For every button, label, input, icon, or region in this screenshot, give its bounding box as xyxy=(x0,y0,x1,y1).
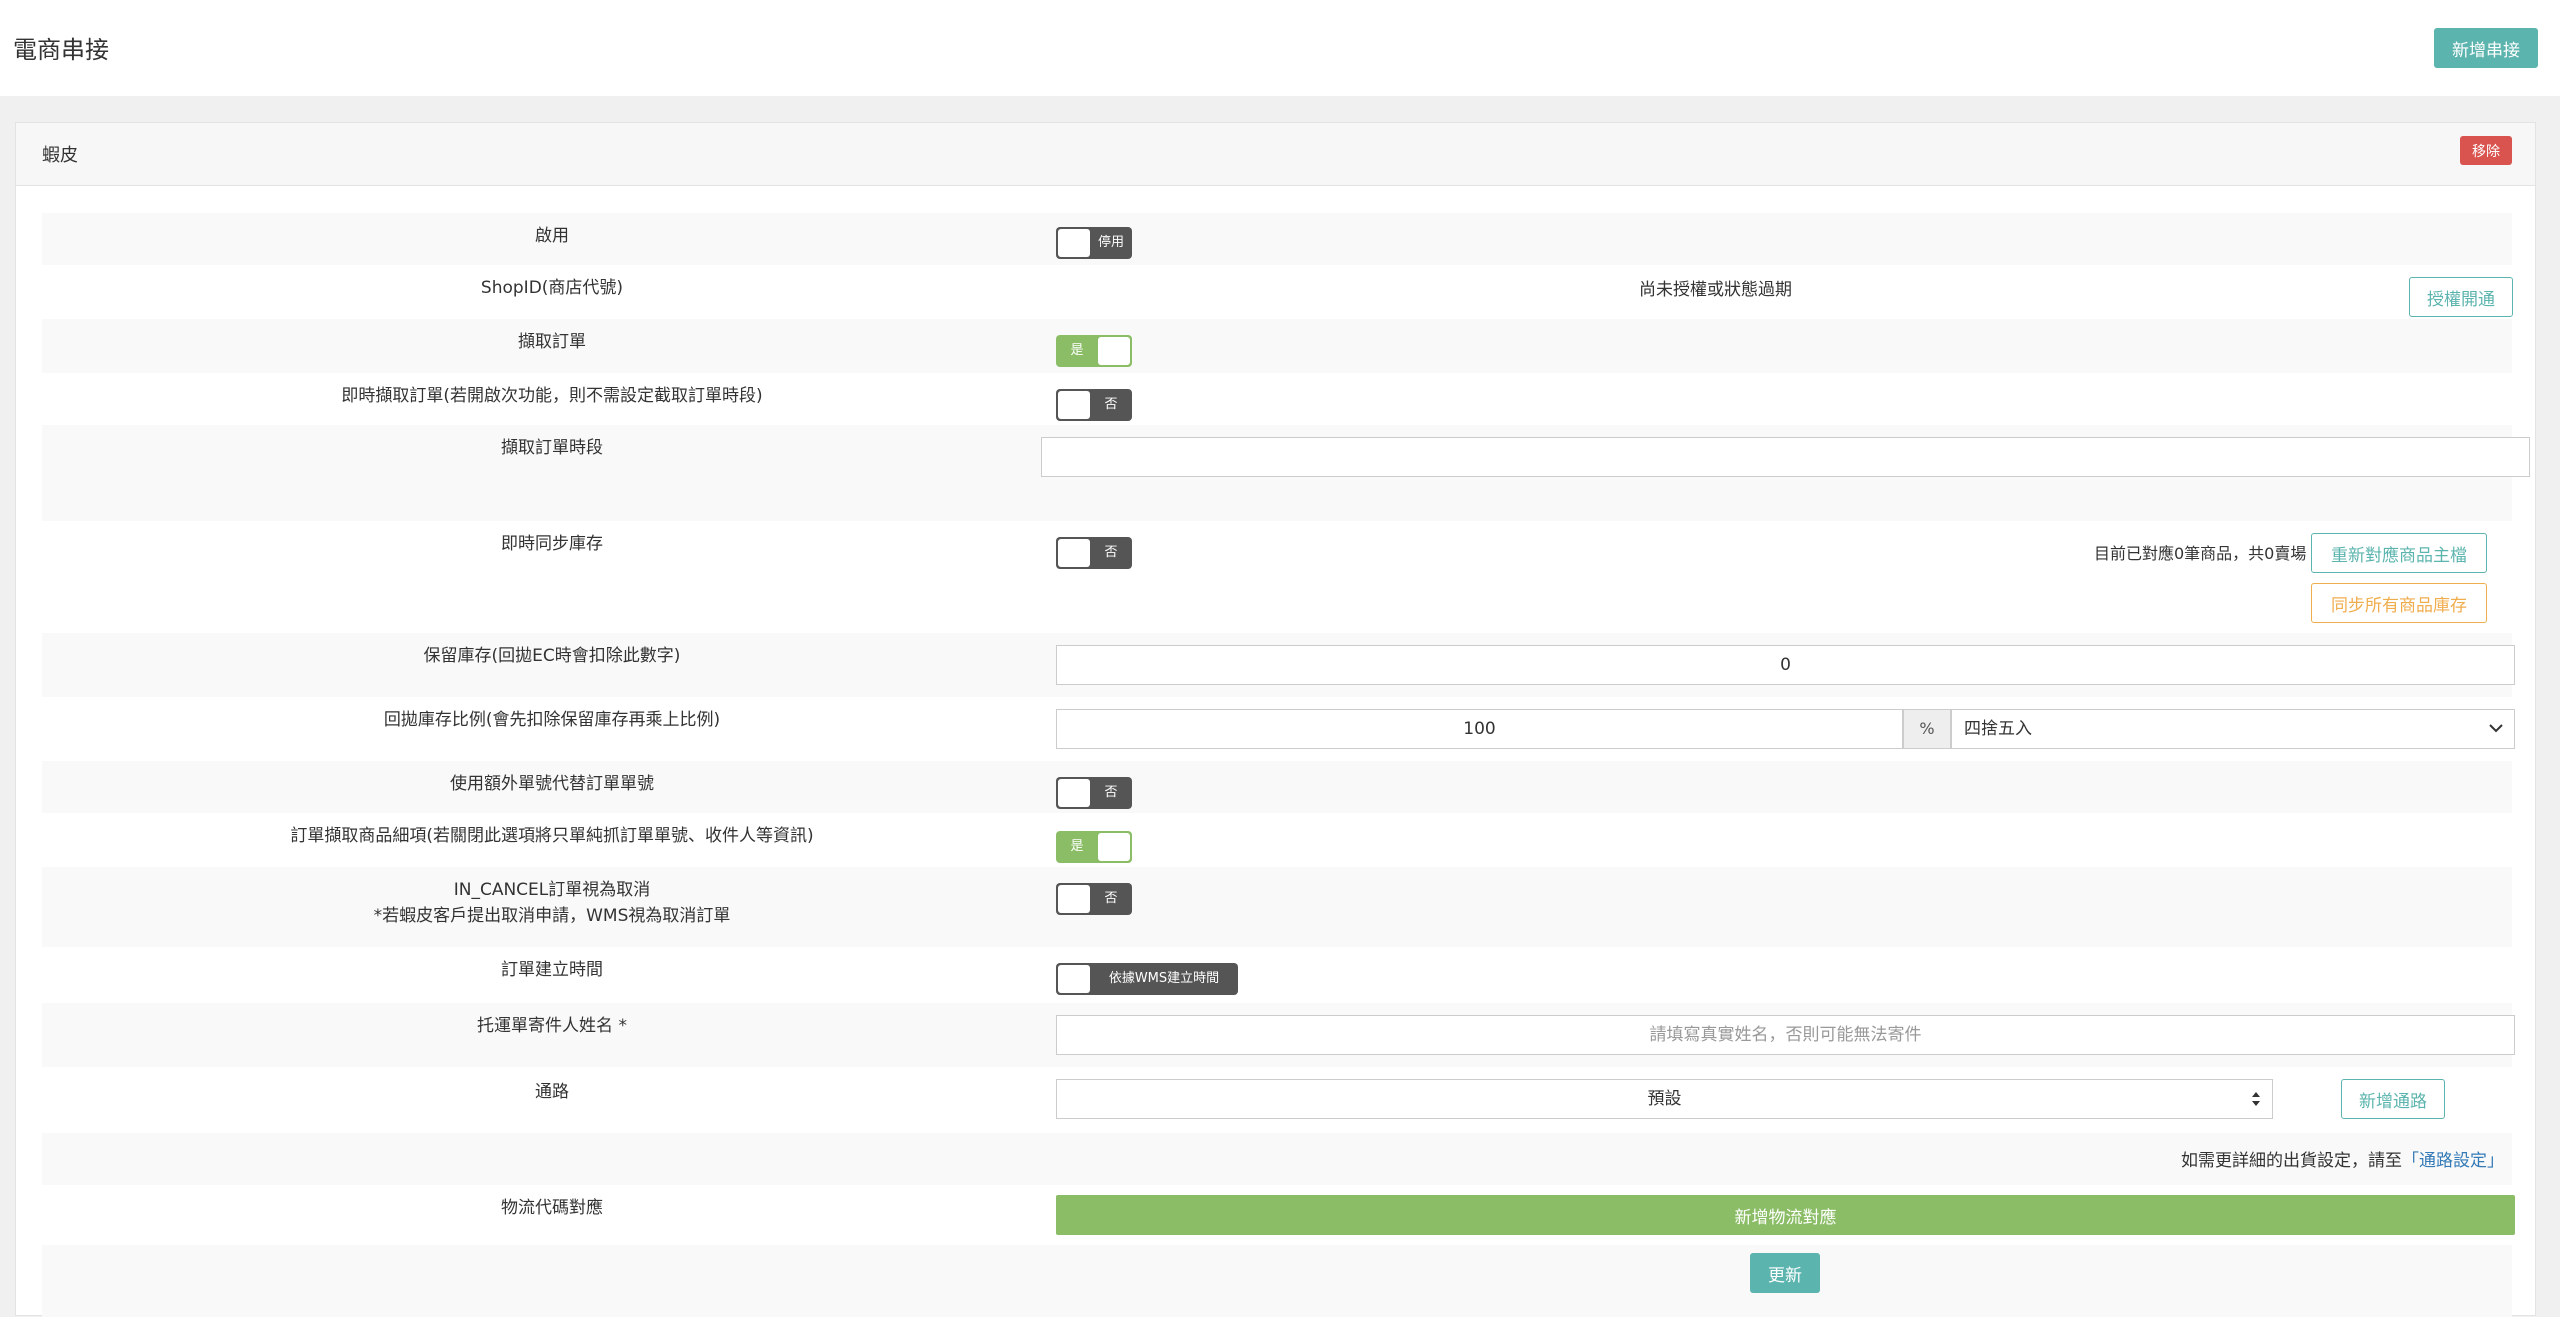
toggle-knob xyxy=(1058,779,1090,807)
row-realtime-stock: 即時同步庫存 否 目前已對應0筆商品，共0賣場 重新對應商品主檔 同步所有商品庫… xyxy=(42,521,2512,633)
toggle-knob xyxy=(1058,885,1090,913)
authorize-button[interactable]: 授權開通 xyxy=(2409,277,2513,317)
toggle-knob xyxy=(1058,391,1090,419)
channel-select[interactable]: 預設 xyxy=(1056,1079,2273,1119)
panel-title: 蝦皮 xyxy=(42,145,78,166)
row-logistics: 物流代碼對應 新增物流對應 xyxy=(42,1185,2515,1245)
remap-products-button[interactable]: 重新對應商品主檔 xyxy=(2311,533,2487,573)
label-in-cancel-note: *若蝦皮客戶提出取消申請，WMS視為取消訂單 xyxy=(373,906,731,926)
toggle-text: 否 xyxy=(1104,545,1118,560)
label-fetch-orders: 擷取訂單 xyxy=(518,332,586,352)
update-button[interactable]: 更新 xyxy=(1750,1253,1820,1293)
rounding-select[interactable]: 四捨五入 xyxy=(1951,709,2515,749)
toggle-knob xyxy=(1098,833,1130,861)
order-time-toggle[interactable]: 依據WMS建立時間 xyxy=(1056,963,1238,995)
label-enable: 啟用 xyxy=(535,226,569,246)
row-in-cancel: IN_CANCEL訂單視為取消 *若蝦皮客戶提出取消申請，WMS視為取消訂單 否 xyxy=(42,867,2512,947)
channel-note: 如需更詳細的出貨設定，請至「通路設定」 xyxy=(2181,1146,2504,1171)
label-fetch-period: 擷取訂單時段 xyxy=(501,438,603,458)
row-extra-number: 使用額外單號代替訂單單號 否 xyxy=(42,761,2512,813)
row-shopid: ShopID(商店代號) 尚未授權或狀態過期 授權開通 xyxy=(42,265,2513,319)
row-update: 更新 xyxy=(42,1245,2512,1317)
in-cancel-toggle[interactable]: 否 xyxy=(1056,883,1132,915)
label-in-cancel: IN_CANCEL訂單視為取消 xyxy=(453,880,651,900)
row-fetch-orders: 擷取訂單 是 xyxy=(42,319,2512,373)
label-stock-ratio: 回拋庫存比例(會先扣除保留庫存再乘上比例) xyxy=(383,710,721,730)
page-title: 電商串接 xyxy=(13,36,109,64)
toggle-knob xyxy=(1098,337,1130,365)
reserve-stock-input[interactable]: 0 xyxy=(1056,645,2515,685)
row-order-time: 訂單建立時間 依據WMS建立時間 xyxy=(42,947,2512,1003)
toggle-text: 是 xyxy=(1070,343,1084,358)
shopee-panel: 蝦皮 移除 啟用 停用 ShopID(商店代號) 尚未授權或狀態過期 授權開通 … xyxy=(15,122,2536,1317)
remove-button[interactable]: 移除 xyxy=(2460,136,2512,165)
channel-note-prefix: 如需更詳細的出貨設定，請至 xyxy=(2181,1151,2402,1171)
label-order-time: 訂單建立時間 xyxy=(501,960,603,980)
row-fetch-period: 擷取訂單時段 xyxy=(42,425,2530,521)
sender-name-input[interactable]: 請填寫真實姓名，否則可能無法寄件 xyxy=(1056,1015,2515,1055)
realtime-fetch-toggle[interactable]: 否 xyxy=(1056,389,1132,421)
toggle-text: 否 xyxy=(1104,397,1118,412)
row-channel-note: 如需更詳細的出貨設定，請至「通路設定」 xyxy=(42,1133,2512,1185)
row-channel: 通路 預設 新增通路 xyxy=(42,1067,2512,1133)
label-realtime-stock: 即時同步庫存 xyxy=(501,534,603,554)
toggle-text: 否 xyxy=(1104,785,1118,800)
row-realtime-fetch: 即時擷取訂單(若開啟次功能，則不需設定截取訂單時段) 否 xyxy=(42,373,2512,425)
add-integration-button[interactable]: 新增串接 xyxy=(2434,28,2538,68)
chevron-down-icon xyxy=(2488,710,2504,762)
label-sender-name: 托運單寄件人姓名 * xyxy=(477,1016,627,1036)
realtime-stock-toggle[interactable]: 否 xyxy=(1056,537,1132,569)
add-logistics-button[interactable]: 新增物流對應 xyxy=(1056,1195,2515,1235)
percent-addon: % xyxy=(1903,709,1951,749)
enable-toggle[interactable]: 停用 xyxy=(1056,227,1132,259)
toggle-text: 否 xyxy=(1104,891,1118,906)
label-shopid: ShopID(商店代號) xyxy=(480,278,624,298)
shopid-status: 尚未授權或狀態過期 xyxy=(1639,280,1792,300)
toggle-knob xyxy=(1058,229,1090,257)
toggle-text: 停用 xyxy=(1097,235,1124,250)
label-logistics: 物流代碼對應 xyxy=(501,1198,603,1218)
label-fetch-items: 訂單擷取商品細項(若關閉此選項將只單純抓訂單單號、收件人等資訊) xyxy=(290,826,814,846)
toggle-text: 依據WMS建立時間 xyxy=(1108,971,1220,986)
sync-stock-button[interactable]: 同步所有商品庫存 xyxy=(2311,583,2487,623)
panel-header: 蝦皮 移除 xyxy=(16,123,2535,186)
fetch-orders-toggle[interactable]: 是 xyxy=(1056,335,1132,367)
label-extra-number: 使用額外單號代替訂單單號 xyxy=(450,774,654,794)
extra-number-toggle[interactable]: 否 xyxy=(1056,777,1132,809)
rounding-selected: 四捨五入 xyxy=(1964,719,2032,739)
add-channel-button[interactable]: 新增通路 xyxy=(2341,1079,2445,1119)
fetch-items-toggle[interactable]: 是 xyxy=(1056,831,1132,863)
top-bar: 電商串接 新增串接 xyxy=(0,0,2560,96)
row-enable: 啟用 停用 xyxy=(42,213,2512,265)
label-realtime-fetch: 即時擷取訂單(若開啟次功能，則不需設定截取訂單時段) xyxy=(341,386,763,406)
fetch-period-input[interactable] xyxy=(1041,437,2530,477)
row-reserve-stock: 保留庫存(回拋EC時會扣除此數字) 0 xyxy=(42,633,2515,697)
mapping-info: 目前已對應0筆商品，共0賣場 xyxy=(2094,544,2307,563)
toggle-knob xyxy=(1058,539,1090,567)
row-stock-ratio: 回拋庫存比例(會先扣除保留庫存再乘上比例) 100 % 四捨五入 xyxy=(42,697,2515,761)
select-arrows-icon xyxy=(2250,1080,2262,1132)
row-fetch-items: 訂單擷取商品細項(若關閉此選項將只單純抓訂單單號、收件人等資訊) 是 xyxy=(42,813,2512,867)
label-channel: 通路 xyxy=(535,1082,569,1102)
row-sender-name: 托運單寄件人姓名 * 請填寫真實姓名，否則可能無法寄件 xyxy=(42,1003,2515,1067)
toggle-knob xyxy=(1058,965,1090,993)
channel-selected: 預設 xyxy=(1647,1089,1682,1109)
channel-settings-link[interactable]: 「通路設定」 xyxy=(2402,1151,2504,1171)
toggle-text: 是 xyxy=(1070,839,1084,854)
label-reserve-stock: 保留庫存(回拋EC時會扣除此數字) xyxy=(423,646,681,666)
stock-ratio-input[interactable]: 100 xyxy=(1056,709,1903,749)
